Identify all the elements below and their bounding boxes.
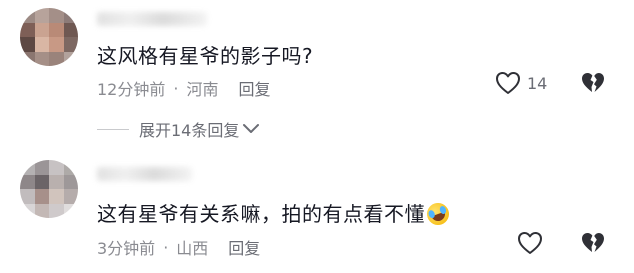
broken-heart-icon <box>582 73 604 92</box>
like-count: 14 <box>527 73 548 93</box>
reply-button[interactable]: 回复 <box>228 235 260 259</box>
divider-line <box>97 128 129 130</box>
comment-location: 河南 <box>186 80 219 99</box>
comment-text: 这风格有星爷的影子吗? <box>97 44 314 68</box>
like-button[interactable]: 14 <box>495 71 547 95</box>
comment-time: 12分钟前 <box>97 80 166 99</box>
heart-outline-icon <box>518 232 542 254</box>
comment-time: 3分钟前 <box>97 239 156 258</box>
comment-meta: 3分钟前 · 山西 回复 <box>97 235 260 259</box>
dislike-button[interactable] <box>580 71 606 99</box>
comment-meta: 12分钟前 · 河南 回复 <box>97 76 271 100</box>
dislike-button[interactable] <box>580 231 606 259</box>
meta-separator: · <box>163 237 169 257</box>
chevron-down-icon <box>243 124 260 133</box>
expand-replies-button[interactable]: 展开14条回复 <box>97 117 260 141</box>
commenter-name[interactable] <box>97 12 207 26</box>
heart-outline-icon <box>496 72 520 94</box>
broken-heart-icon <box>582 233 604 252</box>
expand-replies-label: 展开14条回复 <box>139 121 240 140</box>
comment-text-content: 这有星爷有关系嘛，拍的有点看不懂 <box>97 202 425 226</box>
comment-location: 山西 <box>176 239 209 258</box>
commenter-name[interactable] <box>97 167 192 181</box>
comment-text: 这有星爷有关系嘛，拍的有点看不懂 <box>97 198 453 229</box>
reply-button[interactable]: 回复 <box>238 76 270 100</box>
commenter-avatar[interactable] <box>20 8 78 66</box>
commenter-avatar[interactable] <box>20 160 78 218</box>
meta-separator: · <box>173 78 179 98</box>
like-button[interactable] <box>517 231 543 255</box>
rolling-on-floor-laughing-emoji <box>423 199 453 229</box>
